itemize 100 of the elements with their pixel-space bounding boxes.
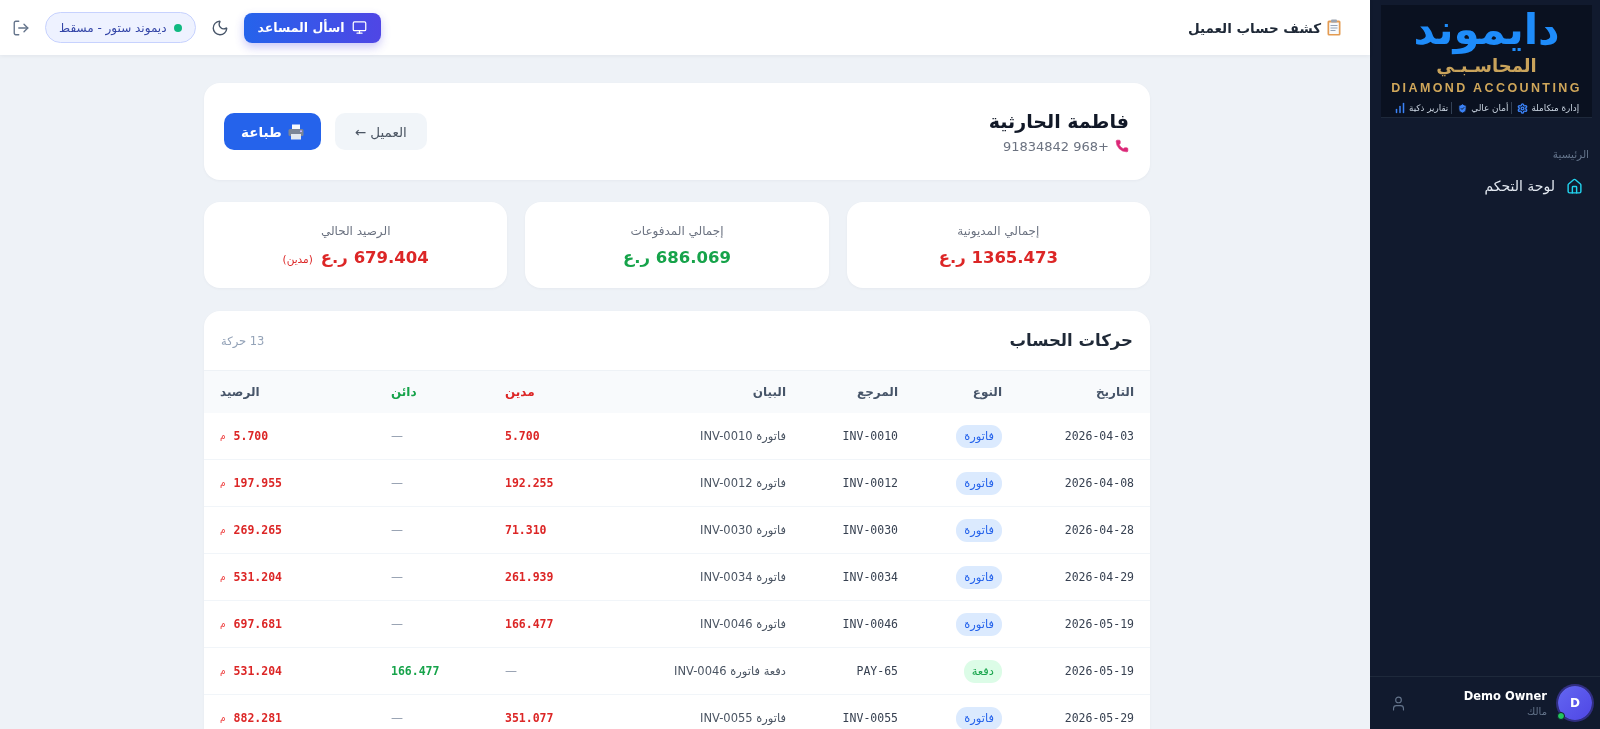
reference-text: PAY-65: [856, 664, 898, 678]
column-header: الرصيد: [220, 385, 260, 399]
debit-amount: 71.310: [505, 523, 547, 537]
debit-amount: 261.939: [505, 570, 554, 584]
home-icon: [1566, 177, 1583, 195]
section-label: الرئيسية: [1551, 148, 1589, 160]
credit-amount: 166.477: [391, 664, 440, 678]
column-header: المرجع: [857, 385, 898, 399]
printer-icon: [287, 123, 304, 140]
column-header: مدين: [505, 385, 535, 399]
summary-value: 679.404 ر.ع: [320, 247, 429, 267]
phone-number: +968 91834842: [1002, 138, 1109, 154]
empty-dash: —: [391, 476, 403, 490]
customer-name: فاطمة الحارثية: [988, 109, 1129, 132]
assistant-button[interactable]: اسأل المساعد: [243, 12, 381, 43]
user-name: Demo Owner: [1463, 689, 1547, 703]
transaction-count: 13 حركة: [221, 333, 265, 348]
user-role: مالك: [1527, 706, 1547, 717]
empty-dash: —: [391, 570, 403, 584]
logo-feature-label: تقارير ذكية: [1408, 103, 1449, 113]
debit-amount: 5.700: [505, 429, 540, 443]
logout-icon[interactable]: [12, 18, 30, 37]
description-text: فاتورة INV-0034: [700, 570, 786, 584]
moon-icon[interactable]: [210, 18, 229, 37]
balance-amount: 531.204: [233, 570, 283, 584]
logo-feature-label: إدارة متكاملة: [1531, 103, 1580, 113]
logo-title: دايموند: [1413, 5, 1560, 55]
balance-suffix: م: [220, 478, 226, 488]
balance-amount: 197.955: [233, 476, 283, 490]
empty-dash: —: [391, 617, 403, 631]
empty-dash: —: [391, 711, 403, 725]
reference-text: INV-0012: [842, 476, 898, 490]
type-badge: فاتورة: [956, 471, 1002, 495]
summary-value: 686.069 ر.ع: [623, 247, 731, 267]
shield-icon: [1457, 102, 1469, 114]
date-text: 2026-05-19: [1064, 617, 1134, 631]
balance-note: (مدين): [282, 252, 313, 265]
monitor-icon: [351, 20, 367, 35]
balance-amount: 531.204: [233, 664, 283, 678]
clipboard-icon: [1327, 19, 1341, 36]
balance-amount: 5.700: [233, 429, 269, 443]
description-text: فاتورة INV-0010: [700, 429, 786, 443]
type-badge: فاتورة: [956, 706, 1002, 729]
description-text: فاتورة INV-0046: [700, 617, 786, 631]
empty-dash: —: [391, 523, 403, 537]
logo-subtitle: المحاسـبـي: [1436, 55, 1537, 77]
reference-text: INV-0030: [842, 523, 898, 537]
date-text: 2026-04-29: [1064, 570, 1134, 584]
reference-text: INV-0055: [842, 711, 898, 725]
type-badge: فاتورة: [956, 565, 1002, 589]
reference-text: INV-0046: [842, 617, 898, 631]
summary-label: الرصيد الحالي: [320, 223, 391, 238]
balance-amount: 882.281: [233, 711, 283, 725]
debit-amount: 166.477: [505, 617, 554, 631]
balance-suffix: م: [220, 713, 226, 723]
column-header: دائن: [391, 385, 417, 399]
user-avatar: D: [1558, 686, 1592, 720]
type-badge: فاتورة: [956, 612, 1002, 636]
reference-text: INV-0010: [842, 429, 898, 443]
description-text: دفعة فاتورة INV-0046: [674, 664, 786, 678]
page-title: كشف حساب العميل: [1187, 19, 1321, 36]
summary-label: إجمالي المديونية: [957, 223, 1040, 238]
date-text: 2026-04-28: [1064, 523, 1134, 537]
description-text: فاتورة INV-0055: [700, 711, 786, 725]
type-badge: فاتورة: [956, 424, 1002, 448]
balance-amount: 269.265: [233, 523, 283, 537]
summary-value: 1365.473 ر.ع: [938, 247, 1059, 267]
nav-item[interactable]: لوحة التحكم: [1378, 168, 1592, 204]
debit-amount: 351.077: [505, 711, 554, 725]
description-text: فاتورة INV-0012: [700, 476, 786, 490]
description-text: فاتورة INV-0030: [700, 523, 786, 537]
back-button[interactable]: العميل ←: [334, 113, 427, 150]
user-icon[interactable]: [1390, 694, 1407, 712]
reference-text: INV-0034: [842, 570, 898, 584]
print-button[interactable]: طباعة: [224, 113, 321, 150]
column-header: النوع: [972, 385, 1002, 399]
balance-amount: 697.681: [233, 617, 283, 631]
date-text: 2026-05-29: [1064, 711, 1134, 725]
balance-suffix: م: [220, 525, 226, 535]
column-header: التاريخ: [1095, 385, 1134, 399]
balance-suffix: م: [220, 431, 226, 441]
type-badge: دفعة: [963, 659, 1002, 683]
gear-icon: [1517, 102, 1529, 114]
empty-dash: —: [391, 429, 403, 443]
balance-suffix: م: [220, 619, 226, 629]
empty-dash: —: [505, 664, 517, 678]
date-text: 2026-04-03: [1064, 429, 1134, 443]
balance-suffix: م: [220, 666, 226, 676]
bar-chart-icon: [1393, 102, 1406, 114]
summary-label: إجمالي المدفوعات: [630, 223, 724, 238]
logo-english-name: DIAMOND ACCOUNTING: [1391, 81, 1582, 95]
table-title: حركات الحساب: [1009, 331, 1133, 350]
debit-amount: 192.255: [505, 476, 554, 490]
logo-feature-label: أمان عالي: [1471, 103, 1509, 113]
column-header: البيان: [752, 385, 786, 399]
balance-suffix: م: [220, 572, 226, 582]
phone-icon: [1115, 139, 1129, 153]
date-text: 2026-04-08: [1064, 476, 1134, 490]
store-selector[interactable]: ديموند ستور - مسقط: [45, 12, 196, 43]
type-badge: فاتورة: [956, 518, 1002, 542]
